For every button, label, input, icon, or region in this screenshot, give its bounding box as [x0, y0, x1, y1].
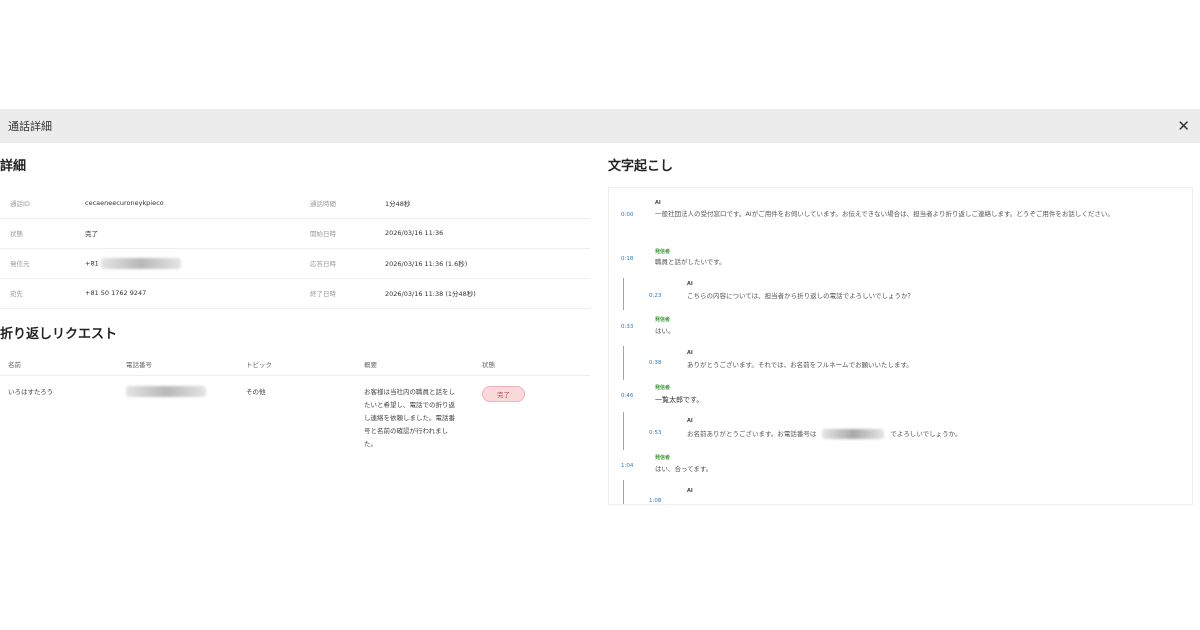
transcript-title: 文字起こし [608, 159, 674, 174]
detail-key: 宛先 [0, 278, 85, 309]
utterance-text: 一般社団法人の受付窓口です。AIがご用件をお伺いしています。お伝えできない場合は… [655, 210, 1114, 218]
close-icon[interactable]: ✕ [1177, 118, 1190, 134]
modal-title: 通話詳細 [8, 120, 52, 133]
speaker-label: AI [687, 281, 693, 287]
turn-divider [623, 480, 624, 504]
table-row: 状態 完了 開始日時 2026/03/16 11:36 [0, 218, 590, 249]
utterance-text: 一覧太郎です。 [655, 396, 704, 404]
callback-phone [118, 376, 238, 452]
timestamp[interactable]: 0:46 [621, 393, 633, 399]
detail-key: 開始日時 [300, 218, 385, 249]
turn-divider [623, 412, 624, 450]
right-panel: 文字起こし 0:00 AI 一般社団法人の受付窓口です。AIがご用件をお伺いして… [608, 155, 1193, 505]
timestamp[interactable]: 0:18 [621, 256, 633, 262]
utterance-text: はい、合ってます。 [655, 465, 713, 473]
details-title: 詳細 [0, 159, 27, 174]
redacted-phone [822, 429, 885, 439]
detail-value: 2026/03/16 11:36 [385, 218, 590, 249]
transcript-panel[interactable]: 0:00 AI 一般社団法人の受付窓口です。AIがご用件をお伺いしています。お伝… [608, 187, 1193, 505]
status-badge: 完了 [482, 386, 525, 402]
summary-text: お客様は当社内の職員と話をしたいと希望し、電話での折り返し連絡を依頼しました。電… [364, 388, 455, 448]
callback-topic: その他 [246, 388, 266, 396]
detail-value: 1分48秒 [385, 188, 590, 219]
speaker-label: AI [687, 418, 693, 424]
detail-key: 状態 [0, 218, 85, 249]
turn-divider [623, 278, 624, 310]
column-header[interactable]: トピック [238, 353, 356, 376]
call-detail-modal: 通話詳細 ✕ 詳細 通話ID cecaeneecuroneykpieco 通話時… [0, 109, 1200, 509]
timestamp[interactable]: 0:53 [649, 430, 661, 436]
speaker-label: 発信者 [655, 249, 671, 255]
callback-status: 完了 [474, 376, 590, 452]
speaker-label: 発信者 [655, 455, 671, 461]
speaker-label: AI [655, 200, 661, 206]
timestamp[interactable]: 1:04 [621, 463, 633, 469]
column-header[interactable]: 名前 [0, 353, 118, 376]
detail-key: 通話ID [0, 188, 85, 219]
detail-key: 発信元 [0, 248, 85, 279]
column-header[interactable]: 概要 [356, 353, 474, 376]
callback-summary: お客様は当社内の職員と話をしたいと希望し、電話での折り返し連絡を依頼しました。電… [356, 376, 474, 452]
column-header[interactable]: 電話番号 [118, 353, 238, 376]
table-row: 通話ID cecaeneecuroneykpieco 通話時間 1分48秒 [0, 188, 590, 219]
speaker-label: AI [687, 488, 693, 494]
table-row: 発信元 +81 応答日時 2026/03/16 11:36 (1.6秒) [0, 248, 590, 279]
utterance-text: お名前ありがとうございます。お電話番号は でよろしいでしょうか。 [687, 429, 962, 439]
left-panel: 詳細 通話ID cecaeneecuroneykpieco 通話時間 1分48秒… [0, 155, 595, 451]
turn-divider [623, 346, 624, 380]
modal-header: 通話詳細 ✕ [0, 109, 1200, 143]
callback-title: 折り返しリクエスト [0, 326, 118, 342]
detail-value: +81 50 1762 9247 [85, 278, 300, 309]
caller-country-code: +81 [85, 259, 99, 267]
timestamp[interactable]: 0:00 [621, 212, 633, 218]
callback-name: いろはすたろう [8, 388, 54, 396]
detail-value: +81 [85, 248, 300, 279]
timestamp[interactable]: 1:08 [649, 498, 661, 504]
utterance-text: はい。 [655, 327, 675, 335]
redacted-phone [100, 257, 181, 269]
timestamp[interactable]: 0:38 [649, 360, 661, 366]
detail-key: 終了日時 [300, 278, 385, 309]
utterance-text: ありがとうございます。それでは、お名前をフルネームでお願いいたします。 [687, 361, 913, 369]
detail-value: 完了 [85, 218, 300, 249]
utterance-text: 職員と話がしたいです。 [655, 258, 726, 266]
timestamp[interactable]: 0:23 [649, 293, 661, 299]
detail-value: cecaeneecuroneykpieco [85, 188, 300, 219]
table-header-row: 名前 電話番号 トピック 概要 状態 [0, 353, 590, 376]
speaker-label: 発信者 [655, 317, 671, 323]
table-row[interactable]: いろはすたろう その他 お客様は当社内の職員と話をしたいと希望し、電話での折り返… [0, 376, 590, 452]
detail-value: 2026/03/16 11:38 (1分48秒) [385, 278, 590, 309]
details-table: 通話ID cecaeneecuroneykpieco 通話時間 1分48秒 状態… [0, 188, 590, 309]
utterance-text: こちらの内容については、担当者から折り返しの電話でよろしいでしょうか？ [687, 292, 914, 300]
utterance-part: お名前ありがとうございます。お電話番号は [687, 430, 817, 438]
utterance-part: でよろしいでしょうか。 [890, 430, 962, 438]
table-row: 宛先 +81 50 1762 9247 終了日時 2026/03/16 11:3… [0, 278, 590, 309]
detail-value: 2026/03/16 11:36 (1.6秒) [385, 248, 590, 279]
speaker-label: AI [687, 350, 693, 356]
callback-table: 名前 電話番号 トピック 概要 状態 いろはすたろう その他 お客様は当社内の職… [0, 353, 590, 452]
detail-key: 通話時間 [300, 188, 385, 219]
speaker-label: 発信者 [655, 385, 671, 391]
detail-key: 応答日時 [300, 248, 385, 279]
timestamp[interactable]: 0:33 [621, 324, 633, 330]
column-header[interactable]: 状態 [474, 353, 590, 376]
redacted-phone [126, 386, 206, 397]
